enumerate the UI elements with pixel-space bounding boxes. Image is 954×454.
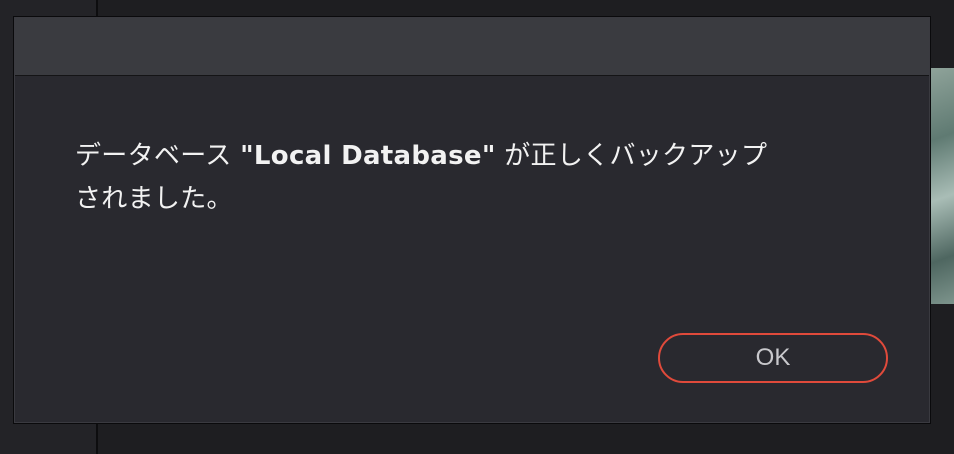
- message-line-2: されました。: [75, 184, 233, 214]
- dialog-message: データベース "Local Database" が正しくバックアップ されました…: [75, 135, 875, 221]
- message-suffix: が正しくバックアップ: [495, 141, 768, 171]
- database-name: "Local Database": [240, 141, 496, 171]
- ok-button[interactable]: OK: [658, 333, 888, 383]
- background-thumbnail: [930, 68, 954, 304]
- dialog-titlebar[interactable]: [15, 18, 929, 76]
- backup-complete-dialog: データベース "Local Database" が正しくバックアップ されました…: [13, 16, 931, 424]
- message-prefix: データベース: [75, 141, 241, 171]
